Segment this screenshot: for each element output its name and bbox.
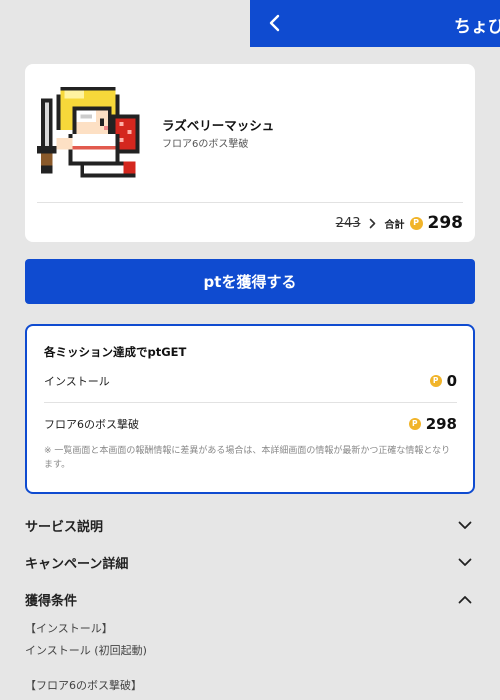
pixel-knight-character-image: [37, 86, 140, 178]
mission-label: インストール: [44, 375, 110, 388]
mission-row: フロア6のボス撃破 P 298: [44, 412, 457, 436]
get-points-button[interactable]: ptを獲得する: [25, 259, 475, 304]
chevron-right-icon: [369, 218, 376, 229]
condition-heading: 【インストール】: [25, 622, 113, 635]
mission-row: インストール P 0: [44, 369, 457, 393]
chevron-down-icon: [455, 552, 475, 572]
chevron-up-icon: [455, 589, 475, 609]
old-price: 243: [335, 215, 361, 231]
mission-reward: P 298: [408, 415, 457, 433]
mission-points: 298: [425, 415, 457, 433]
chevron-left-icon: [269, 14, 280, 32]
mission-points: 0: [446, 372, 457, 390]
divider: [44, 402, 457, 403]
divider: [37, 202, 463, 203]
total-label: 合計: [384, 219, 405, 231]
condition-text: インストール (初回起動): [25, 644, 147, 657]
mission-label: フロア6のボス撃破: [44, 418, 139, 431]
price-row: 243 合計 P 298: [336, 212, 463, 234]
mission-reward: P 0: [429, 372, 457, 390]
mission-note: ※ 一覧画面と本画面の報酬情報に差異がある場合は、本詳細画面の情報が最新かつ正確…: [44, 446, 451, 470]
item-card: ラズベリーマッシュ フロア6のボス撃破 243 合計 P 298: [25, 64, 475, 242]
accordion-label: キャンペーン詳細: [25, 556, 129, 572]
accordion-label: 獲得条件: [25, 593, 78, 609]
app-header: ちょび: [250, 0, 500, 47]
point-coin-icon: P: [408, 418, 421, 430]
accordion-service-description[interactable]: サービス説明: [25, 513, 475, 537]
accordion-acquisition-conditions[interactable]: 獲得条件: [25, 587, 475, 611]
condition-heading: 【フロア6のボス撃破】: [25, 679, 142, 692]
point-coin-icon: P: [409, 216, 423, 230]
total-points: 298: [427, 213, 464, 233]
point-coin-icon: P: [429, 375, 442, 387]
accordion-label: サービス説明: [25, 519, 104, 535]
mission-title: 各ミッション達成でptGET: [44, 345, 187, 359]
accordion-campaign-details[interactable]: キャンペーン詳細: [25, 550, 475, 574]
chevron-down-icon: [455, 515, 475, 535]
item-name: ラズベリーマッシュ: [162, 118, 275, 133]
back-button[interactable]: [260, 8, 290, 38]
item-subtitle: フロア6のボス撃破: [162, 139, 249, 150]
header-title: ちょび: [454, 17, 500, 37]
mission-box: 各ミッション達成でptGET インストール P 0 フロア6のボス撃破 P 29…: [25, 324, 475, 494]
